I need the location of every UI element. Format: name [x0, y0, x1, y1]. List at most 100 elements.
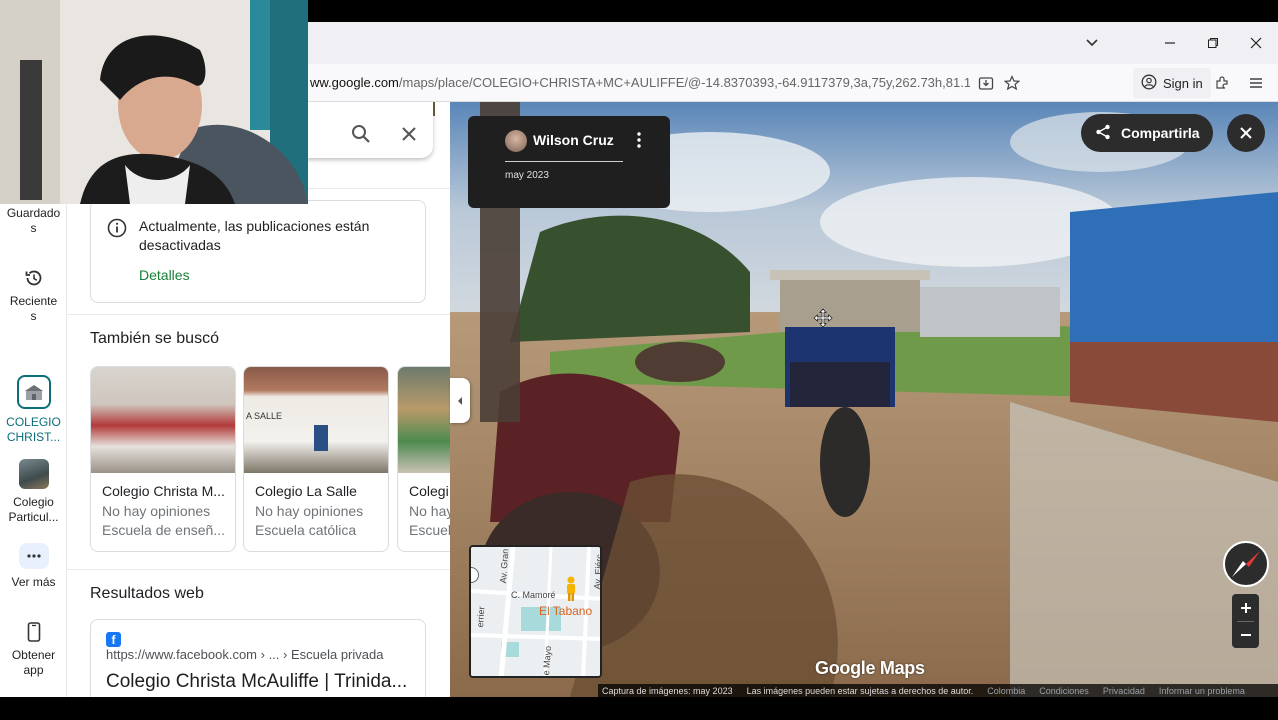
zoom-in-button[interactable] [1232, 594, 1259, 621]
divider [67, 314, 450, 315]
map-place-label: El Tabano [539, 604, 593, 618]
divider [505, 161, 623, 162]
details-link[interactable]: Detalles [139, 267, 190, 283]
sign-in-button[interactable]: Sign in [1133, 68, 1211, 98]
capture-date: may 2023 [505, 170, 549, 181]
place-photo: A SALLE [244, 367, 388, 473]
place-name: Colegi [409, 483, 449, 499]
chevron-left-icon [458, 396, 462, 405]
close-street-view-button[interactable] [1227, 114, 1265, 152]
street-label: e Mayo [541, 645, 554, 676]
share-button[interactable]: Compartirla [1081, 114, 1213, 152]
close-icon [1240, 127, 1252, 139]
rail-app-label: Obtener app [11, 648, 56, 677]
place-type: Escuel [409, 522, 450, 538]
photo-sign-text: A SALLE [246, 411, 283, 421]
street-label: errier [475, 606, 487, 628]
author-name[interactable]: Wilson Cruz [533, 132, 614, 148]
webcam-overlay [0, 0, 308, 204]
search-icon[interactable] [351, 124, 371, 149]
place-card-la-salle[interactable]: A SALLE Colegio La Salle No hay opinione… [243, 366, 389, 552]
photo-info-box: Wilson Cruz may 2023 [468, 116, 670, 208]
place-photo [91, 367, 235, 473]
url-input[interactable]: ww.google.com/maps/place/COLEGIO+CHRISTA… [310, 75, 970, 90]
rail-saved[interactable]: Guardados [0, 206, 67, 236]
rail-place-colegio-particular[interactable]: Colegio Particul... [0, 459, 67, 525]
minus-icon [1240, 633, 1251, 636]
place-type: Escuela de enseñ... [102, 522, 225, 538]
terms-link[interactable]: Condiciones [1039, 686, 1089, 696]
browser-menu-icon[interactable] [1246, 73, 1266, 93]
rail-more[interactable]: Ver más [0, 543, 67, 590]
history-icon [0, 268, 67, 288]
street-label: C. Mamoré [511, 590, 556, 600]
divider [67, 569, 450, 570]
sign-in-label: Sign in [1163, 75, 1203, 91]
also-searched-title: También se buscó [90, 330, 219, 347]
rail-recent-label: Recientes [9, 294, 58, 323]
place-card-christa[interactable]: Colegio Christa M... No hay opiniones Es… [90, 366, 236, 552]
share-icon [1095, 124, 1111, 143]
tab-list-chevron-icon[interactable] [1071, 22, 1113, 64]
zoom-controls [1232, 594, 1259, 648]
place-rating: No hay [409, 503, 450, 519]
rail-place-colegio-christa[interactable]: COLEGIO CHRIST... [0, 375, 67, 445]
school-icon [16, 375, 51, 409]
posts-disabled-notice: Actualmente, las publicaciones están des… [90, 200, 426, 303]
compass-button[interactable] [1223, 541, 1269, 587]
rail-get-app[interactable]: Obtener app [0, 622, 67, 678]
webcam-feed [0, 0, 308, 204]
web-result-card[interactable]: f https://www.facebook.com › ... › Escue… [90, 619, 426, 697]
author-avatar [505, 130, 527, 152]
rail-recent[interactable]: Recientes [0, 268, 67, 324]
share-label: Compartirla [1121, 125, 1200, 141]
clear-search-icon[interactable] [402, 127, 416, 146]
bookmark-star-icon[interactable] [1002, 73, 1022, 93]
move-cursor-icon [813, 308, 833, 333]
privacy-link[interactable]: Privacidad [1103, 686, 1145, 696]
place-rating: No hay opiniones [102, 503, 211, 519]
place-photo [398, 367, 450, 473]
place-type: Escuela católica [255, 522, 357, 538]
place-thumbnail [18, 459, 49, 489]
pegman-icon[interactable] [565, 576, 577, 602]
web-results-title: Resultados web [90, 585, 204, 602]
collapse-panel-button[interactable] [450, 378, 470, 423]
screen: ww.google.com/maps/place/COLEGIO+CHRISTA… [0, 0, 1278, 720]
web-result-breadcrumb: https://www.facebook.com › ... › Escuela… [106, 647, 384, 662]
place-rating: No hay opiniones [255, 503, 364, 519]
place-name: Colegio Christa M... [102, 483, 225, 499]
google-maps-watermark: Google Maps [815, 658, 925, 678]
zoom-out-button[interactable] [1232, 621, 1259, 648]
restore-button[interactable] [1192, 22, 1234, 64]
info-icon [107, 218, 127, 243]
place-card-partial[interactable]: Colegi No hay Escuel [397, 366, 450, 552]
rail-more-label: Ver más [11, 575, 56, 589]
mini-map[interactable]: Av. Gran Paititi C. Mamoré Av. Ejérc err… [469, 545, 602, 678]
search-box[interactable] [307, 102, 433, 158]
place-name: Colegio La Salle [255, 483, 357, 499]
photo-door [314, 425, 328, 451]
rail-place2-label: Colegio Particul... [8, 495, 59, 524]
country-link[interactable]: Colombia [987, 686, 1025, 696]
street-label: Av. Ejérc [592, 553, 602, 590]
copyright-text: Las imágenes pueden estar sujetas a dere… [746, 685, 974, 696]
rail-place1-label: COLEGIO CHRIST... [6, 415, 61, 444]
plus-icon [1240, 602, 1251, 613]
web-result-title[interactable]: Colegio Christa McAuliffe | Trinida... [106, 671, 407, 693]
more-dots-icon [18, 543, 49, 569]
close-window-button[interactable] [1235, 22, 1277, 64]
report-problem-link[interactable]: Informar un problema [1159, 686, 1245, 696]
rail-saved-label: Guardados [6, 206, 61, 235]
facebook-icon: f [106, 632, 121, 647]
minimize-button[interactable] [1149, 22, 1191, 64]
more-vert-icon[interactable] [637, 132, 641, 153]
phone-icon [0, 622, 67, 642]
capture-date-text: Captura de imágenes: may 2023 [602, 685, 733, 696]
compass-needle-icon [1232, 551, 1260, 577]
account-icon [1141, 74, 1157, 93]
notice-text: Actualmente, las publicaciones están des… [139, 218, 370, 253]
extensions-icon[interactable] [1212, 73, 1232, 93]
imagery-footer: Captura de imágenes: may 2023 Las imágen… [598, 684, 1278, 697]
install-app-icon[interactable] [976, 73, 996, 93]
